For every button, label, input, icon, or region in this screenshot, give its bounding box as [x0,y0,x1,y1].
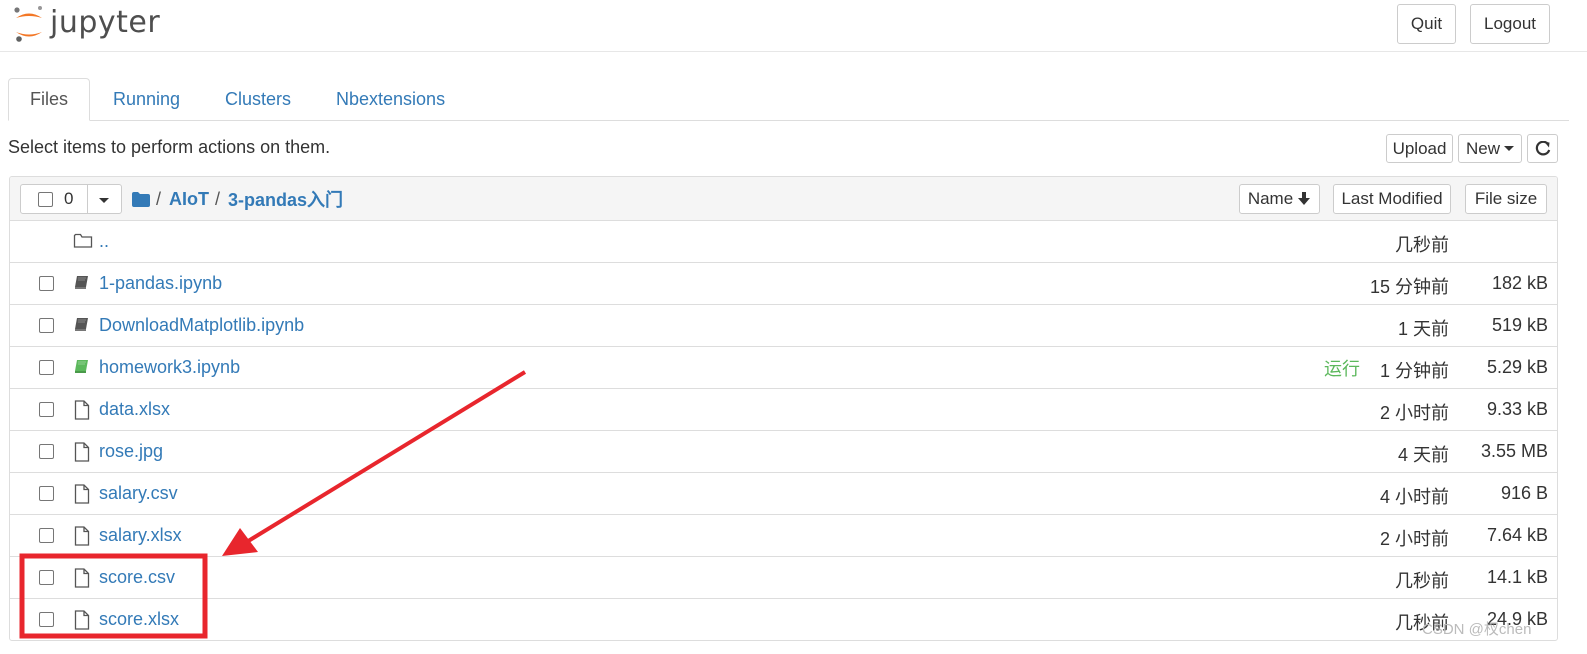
breadcrumb-item[interactable]: 3-pandas入门 [228,186,343,212]
file-name-link[interactable]: DownloadMatplotlib.ipynb [99,315,304,336]
new-label: New [1465,138,1500,158]
file-row[interactable]: salary.csv 4 小时前 916 B [10,473,1557,515]
last-modified: 4 小时前 [1379,487,1449,507]
last-modified: 4 天前 [1397,445,1449,465]
file-list: 0 / AIoT / 3-pandas入门 Name Last Modified… [9,176,1558,641]
row-checkbox[interactable] [39,276,54,291]
refresh-button[interactable] [1527,134,1558,163]
file-name-link[interactable]: homework3.ipynb [99,357,240,378]
row-checkbox[interactable] [39,570,54,585]
row-checkbox[interactable] [39,528,54,543]
row-checkbox[interactable] [39,360,54,375]
divider [87,185,88,213]
file-size: 5.29 kB [1486,357,1548,377]
row-checkbox[interactable] [39,402,54,417]
sort-modified-button[interactable]: Last Modified [1333,184,1451,214]
breadcrumb: / AIoT / 3-pandas入门 [132,187,343,211]
file-size: 3.55 MB [1480,441,1548,461]
sort-size-button[interactable]: File size [1465,184,1547,214]
caret-down-icon [1504,146,1514,151]
file-list-header: 0 / AIoT / 3-pandas入门 Name Last Modified… [10,177,1557,221]
last-modified: 2 小时前 [1379,529,1449,549]
file-name-link[interactable]: score.xlsx [99,609,179,630]
sort-name-button[interactable]: Name [1239,184,1320,214]
breadcrumb-item[interactable]: AIoT [169,189,209,210]
select-all-group[interactable]: 0 [20,184,122,214]
breadcrumb-separator: / [156,188,162,209]
row-checkbox[interactable] [39,318,54,333]
notebook-icon [73,316,93,336]
tab-files[interactable]: Files [8,78,91,121]
folder-icon[interactable] [132,191,150,207]
file-size: 14.1 kB [1486,567,1548,587]
file-row[interactable]: 1-pandas.ipynb 15 分钟前 182 kB [10,263,1557,305]
arrow-down-icon [1298,192,1311,205]
last-modified: 2 小时前 [1379,403,1449,423]
upload-button[interactable]: Upload [1386,134,1453,163]
last-modified: 几秒前 [1395,235,1449,255]
quit-button[interactable]: Quit [1397,4,1456,44]
jupyter-logo-icon [14,6,42,42]
logout-button[interactable]: Logout [1470,4,1550,44]
breadcrumb-separator: / [215,188,221,209]
file-icon [73,442,93,462]
file-row[interactable]: homework3.ipynb 运行 1 分钟前 5.29 kB [10,347,1557,389]
file-name-link[interactable]: salary.csv [99,483,178,504]
jupyter-logo[interactable]: jupyter [12,2,160,46]
tab-bar: Files Running Clusters Nbextensions [8,78,1569,121]
file-size: 519 kB [1491,315,1548,335]
last-modified: 几秒前 [1395,571,1449,591]
file-name-link[interactable]: data.xlsx [99,399,170,420]
file-row[interactable]: .. 几秒前 [10,221,1557,263]
file-size: 916 B [1500,483,1548,503]
refresh-icon [1535,140,1550,155]
last-modified: 1 天前 [1397,319,1449,339]
row-checkbox[interactable] [39,612,54,627]
file-name-link[interactable]: salary.xlsx [99,525,182,546]
notebook-running-icon [73,358,93,378]
file-size: 7.64 kB [1486,525,1548,545]
folder-icon [73,232,93,252]
sort-name-label: Name [1247,189,1294,208]
selection-hint: Select items to perform actions on them. [8,137,331,157]
file-icon [73,568,93,588]
file-icon [73,526,93,546]
file-row[interactable]: DownloadMatplotlib.ipynb 1 天前 519 kB [10,305,1557,347]
running-indicator: 运行 [1324,359,1360,379]
file-row[interactable]: data.xlsx 2 小时前 9.33 kB [10,389,1557,431]
tab-nbextensions[interactable]: Nbextensions [336,78,445,121]
file-name-link[interactable]: score.csv [99,567,175,588]
caret-down-icon[interactable] [99,198,109,203]
tab-clusters[interactable]: Clusters [225,78,291,121]
file-icon [73,610,93,630]
last-modified: 1 分钟前 [1379,361,1449,381]
file-row[interactable]: rose.jpg 4 天前 3.55 MB [10,431,1557,473]
file-icon [73,484,93,504]
row-checkbox[interactable] [39,444,54,459]
logo-text: jupyter [50,4,161,40]
row-checkbox[interactable] [39,486,54,501]
last-modified: 15 分钟前 [1369,277,1449,297]
file-name-link[interactable]: rose.jpg [99,441,163,462]
file-name-link[interactable]: .. [99,231,109,252]
select-all-checkbox[interactable] [38,192,53,207]
notebook-header: jupyter Quit Logout [0,0,1587,52]
file-icon [73,400,93,420]
file-size: 182 kB [1491,273,1548,293]
file-row[interactable]: score.xlsx 几秒前 24.9 kB [10,599,1557,640]
notebook-icon [73,274,93,294]
file-name-link[interactable]: 1-pandas.ipynb [99,273,222,294]
selected-count: 0 [64,189,74,208]
new-dropdown-button[interactable]: New [1458,134,1522,163]
file-row[interactable]: salary.xlsx 2 小时前 7.64 kB [10,515,1557,557]
file-row[interactable]: score.csv 几秒前 14.1 kB [10,557,1557,599]
watermark: CSDN @杈chen [1422,621,1532,638]
tab-running[interactable]: Running [113,78,180,121]
file-size: 9.33 kB [1486,399,1548,419]
